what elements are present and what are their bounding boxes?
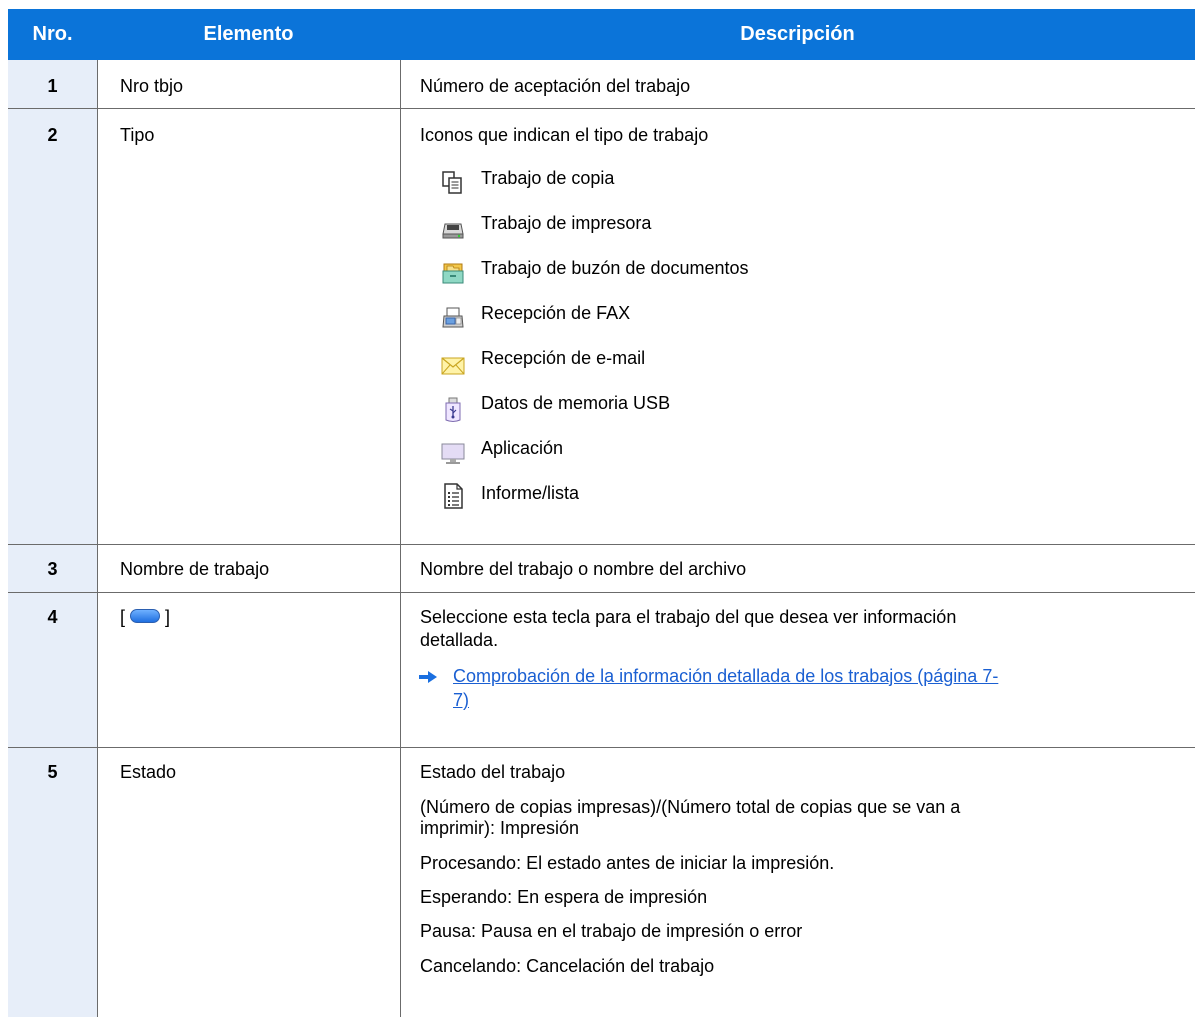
usb-memory-icon: [445, 397, 461, 422]
status-line: Cancelando: Cancelación del trabajo: [420, 956, 715, 976]
report-list-icon: [444, 483, 463, 509]
row-element: Nro tbjo: [120, 76, 184, 96]
icon-label: Trabajo de impresora: [481, 213, 652, 233]
header-elemento: Elemento: [203, 23, 294, 45]
row-description-line: detallada.: [420, 630, 499, 650]
row-description: Número de aceptación del trabajo: [420, 76, 691, 96]
email-receive-icon: [441, 357, 465, 375]
row-element: Estado: [120, 762, 177, 782]
row-description-line: Seleccione esta tecla para el trabajo de…: [420, 607, 957, 627]
icon-label: Datos de memoria USB: [481, 393, 671, 413]
row-description: Estado del trabajo: [420, 762, 566, 782]
header-descripcion: Descripción: [740, 23, 855, 45]
row-description: Nombre del trabajo o nombre del archivo: [420, 559, 747, 579]
row-number: 5: [47, 762, 58, 782]
icon-label: Aplicación: [481, 438, 564, 458]
row-number: 2: [47, 125, 58, 145]
divider: [8, 592, 1195, 593]
document-box-job-icon: [442, 263, 464, 284]
status-line: Pausa: Pausa en el trabajo de impresión …: [420, 921, 803, 941]
icon-label: Trabajo de copia: [481, 168, 615, 188]
icon-label: Informe/lista: [481, 483, 580, 503]
status-line: Esperando: En espera de impresión: [420, 887, 708, 907]
reference-link-continued[interactable]: 7): [453, 689, 469, 711]
table-header: Nro. Elemento Descripción: [8, 9, 1195, 60]
divider: [8, 747, 1195, 748]
detail-key-icon: [130, 609, 161, 624]
icon-label: Recepción de e-mail: [481, 348, 646, 368]
header-nro: Nro.: [32, 23, 73, 45]
reference-link[interactable]: Comprobación de la información detallada…: [453, 665, 998, 687]
icon-label: Trabajo de buzón de documentos: [481, 258, 749, 278]
printer-job-icon: [442, 223, 464, 239]
row-number: 1: [47, 76, 58, 96]
row-element: Nombre de trabajo: [120, 559, 270, 579]
fax-receive-icon: [442, 307, 464, 328]
divider: [97, 60, 98, 1017]
application-icon: [441, 443, 465, 464]
bracket-close: ]: [165, 607, 171, 627]
divider: [8, 544, 1195, 545]
icon-label: Recepción de FAX: [481, 303, 631, 323]
arrow-right-icon: [419, 671, 437, 683]
status-line: imprimir): Impresión: [420, 818, 580, 838]
job-status-table: Nro. Elemento Descripción 1 Nro tbjo Núm…: [8, 9, 1195, 1017]
row-number: 3: [47, 559, 58, 579]
row-number: 4: [47, 607, 58, 627]
copy-job-icon: [442, 171, 462, 194]
divider: [8, 108, 1195, 109]
number-column-background: [8, 60, 97, 1017]
row-element: [ ]: [120, 606, 170, 628]
status-line: (Número de copias impresas)/(Número tota…: [420, 797, 961, 817]
divider: [400, 60, 401, 1017]
status-line: Procesando: El estado antes de iniciar l…: [420, 853, 835, 873]
row-element: Tipo: [120, 125, 155, 145]
row-description: Iconos que indican el tipo de trabajo: [420, 125, 709, 145]
bracket-open: [: [120, 607, 126, 627]
